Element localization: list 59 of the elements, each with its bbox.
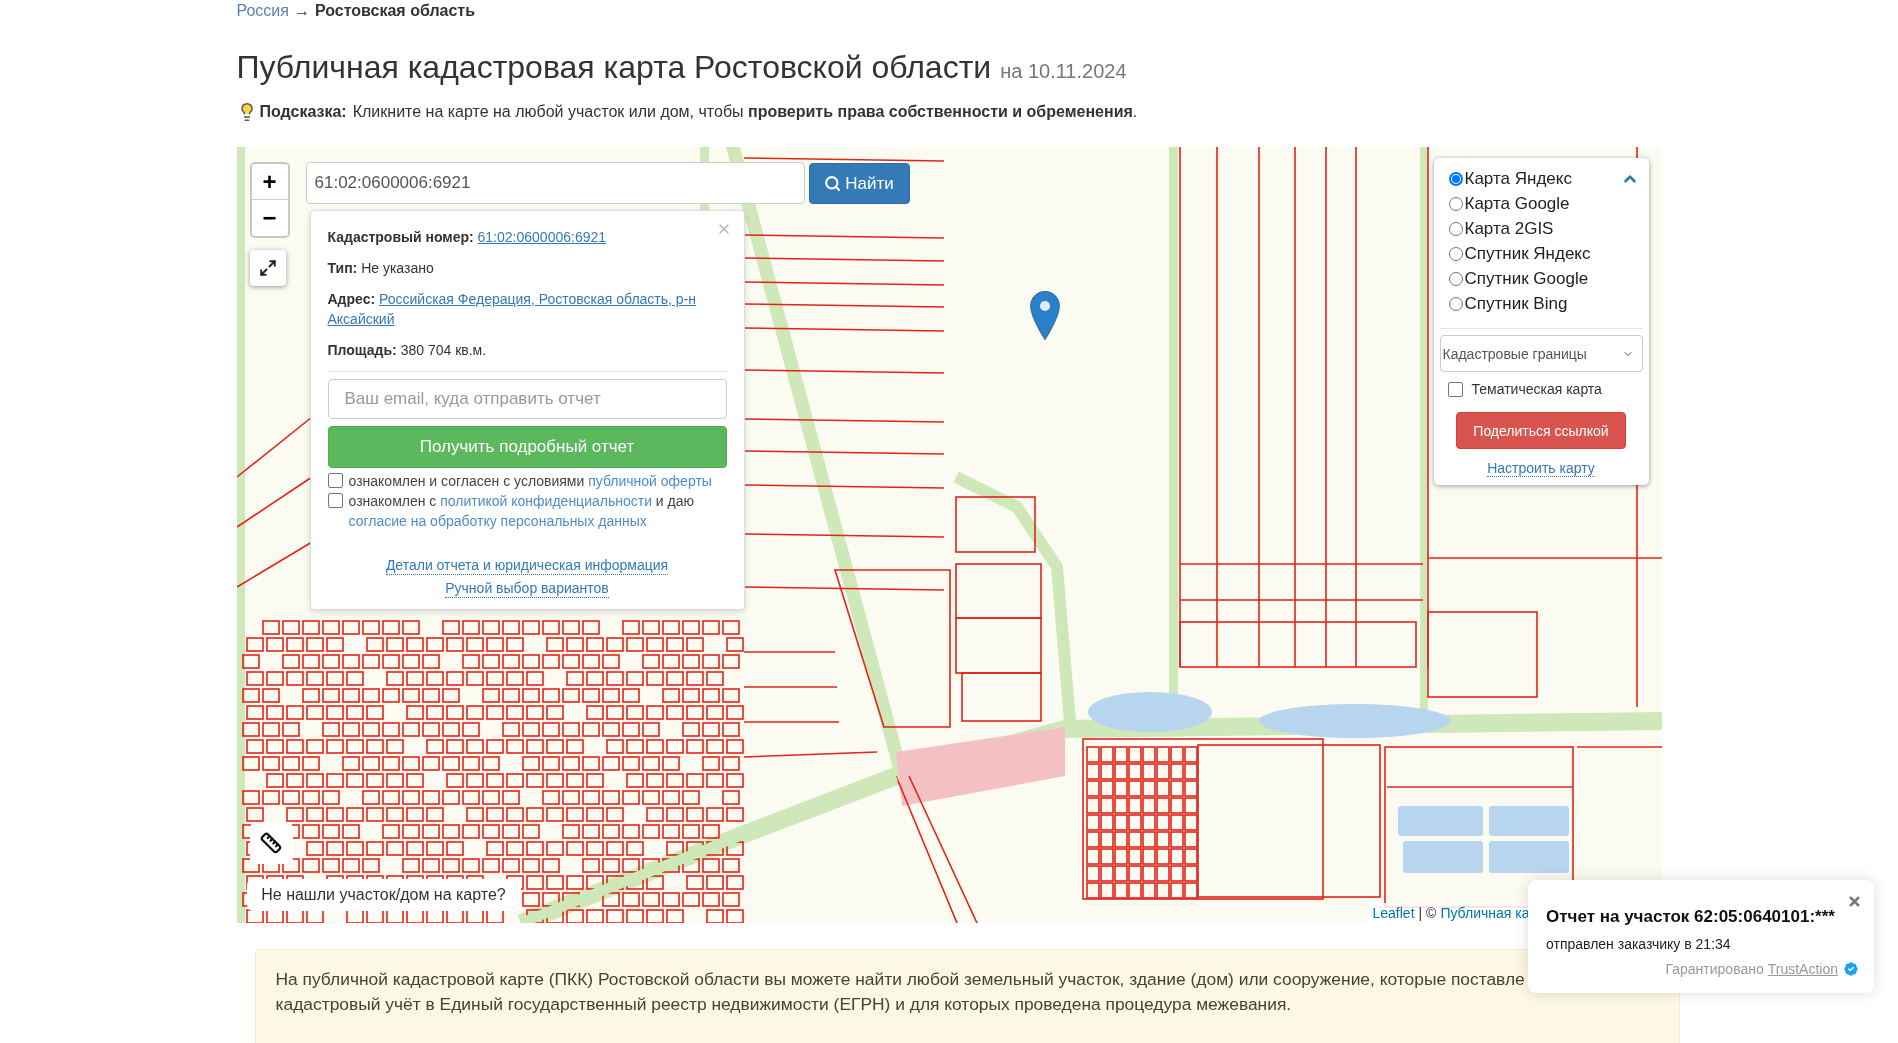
breadcrumb-link[interactable]: Россия: [236, 1, 289, 21]
radio-button[interactable]: [1448, 271, 1463, 286]
page-title: Публичная кадастровая карта Ростовской области: [236, 48, 992, 86]
field-text: Кадастровый номер: 61:02:0600006:6921: [327, 228, 608, 247]
field-text: Тип: Не указано: [327, 259, 435, 278]
radio-button[interactable]: [1448, 171, 1463, 186]
zoom-button[interactable]: +: [251, 164, 288, 200]
radio-button[interactable]: [1448, 296, 1463, 311]
agreement-link[interactable]: согласие на обработку персональных данных: [348, 513, 647, 529]
popup-link[interactable]: Детали отчета и юридическая информация: [385, 557, 669, 575]
radio-button[interactable]: [1448, 246, 1463, 261]
checkbox[interactable]: [327, 473, 343, 488]
layer-select[interactable]: Кадастровые границы: [1439, 335, 1643, 372]
search-field[interactable]: 61:02:0600006:6921: [305, 162, 805, 204]
title-date: на 10.11.2024: [1000, 59, 1127, 84]
radio-label[interactable]: Спутник Яндекс: [1464, 243, 1591, 264]
hint-label: Подсказка:: [259, 102, 347, 122]
attribution-link[interactable]: Leaflet: [1372, 905, 1415, 921]
expand-icon: [258, 259, 277, 277]
fullscreen-button[interactable]: [249, 250, 286, 286]
verified-badge-icon: [1842, 960, 1860, 978]
close-icon[interactable]: [1847, 894, 1862, 909]
agreement-link[interactable]: политикой конфиденциальности: [440, 493, 652, 509]
attribution-text: | ©: [1418, 905, 1437, 921]
guarantee-text: Гарантировано: [1665, 960, 1764, 979]
search-button[interactable]: Найти: [808, 163, 910, 204]
info-text: На публичной кадастровой карте (ПКК) Ростовской области вы можете найти любой земельный участок, здание (дом) или сооружение, которые поставле кадастровый учёт в Единый государственный реестр недвижимости (ЕГРН) и для которых проведена процедура межевания.: [275, 968, 1525, 1016]
field-text: Адрес: Российская Федерация, Ростовская область, р-н Аксайский: [327, 290, 697, 329]
map-pin-icon[interactable]: [1029, 291, 1060, 340]
notification-title: Отчет на участок 62:05:0640101:***: [1546, 906, 1836, 928]
breadcrumb-current: Ростовская область: [314, 1, 475, 21]
field-text: Площадь: 380 704 кв.м.: [327, 341, 488, 360]
radio-label[interactable]: Карта 2GIS: [1464, 218, 1554, 239]
breadcrumb-separator: →: [293, 1, 310, 21]
agreement-text: ознакомлен с политикой конфиденциальности и даю согласие на обработку персональных данных: [348, 492, 696, 531]
share-button[interactable]: Поделиться ссылкой: [1456, 412, 1626, 449]
notification-text: отправлен заказчику в 21:34: [1546, 935, 1732, 954]
email-field[interactable]: Ваш email, куда отправить отчет: [327, 379, 727, 419]
brand-link[interactable]: TrustAction: [1767, 959, 1838, 979]
radio-label[interactable]: Спутник Bing: [1464, 293, 1568, 314]
agreement-link[interactable]: публичной оферты: [588, 473, 712, 489]
attribution-link[interactable]: Публичная ка: [1440, 905, 1530, 921]
checkbox-label[interactable]: Тематическая карта: [1471, 381, 1602, 397]
radio-button[interactable]: [1448, 196, 1463, 211]
checkbox[interactable]: [327, 493, 343, 508]
not-found-button[interactable]: Не нашли участок/дом на карте?: [246, 879, 521, 911]
agreement-text: ознакомлен и согласен с условиями публичной оферты: [348, 472, 712, 491]
radio-label[interactable]: Карта Google: [1464, 193, 1570, 214]
radio-label[interactable]: Карта Яндекс: [1464, 168, 1572, 189]
ruler-icon: [260, 832, 282, 854]
checkbox[interactable]: [1447, 381, 1463, 397]
settings-link[interactable]: Настроить карту: [1487, 460, 1595, 477]
hint-text: Кликните на карте на любой участок или дом, чтобы проверить права собственности и обременения.: [352, 102, 1138, 122]
radio-button[interactable]: [1448, 221, 1463, 236]
zoom-button[interactable]: −: [251, 200, 288, 236]
search-icon: [824, 175, 842, 192]
radio-label[interactable]: Спутник Google: [1464, 268, 1589, 289]
popup-link[interactable]: Ручной выбор вариантов: [445, 580, 609, 598]
ruler-button[interactable]: [249, 822, 293, 864]
